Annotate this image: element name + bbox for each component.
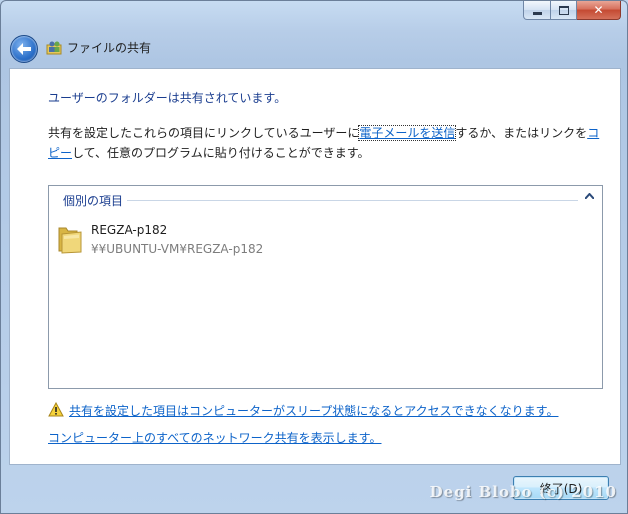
chevron-up-icon <box>584 192 595 200</box>
item-path: ¥¥UBUNTU-VM¥REGZA-p182 <box>91 242 264 256</box>
folder-icon <box>58 227 82 254</box>
warning-icon <box>48 402 64 417</box>
group-divider <box>127 200 578 201</box>
sleep-warning-link[interactable]: 共有を設定した項目はコンピューターがスリープ状態になるとアクセスできなくなります… <box>69 402 558 419</box>
collapse-group-button[interactable] <box>584 191 595 202</box>
close-window-button[interactable]: ✕ <box>577 1 621 20</box>
back-button[interactable] <box>10 35 38 63</box>
content-panel: ユーザーのフォルダーは共有されています。 共有を設定したこれらの項目にリンクして… <box>9 68 621 465</box>
desc-text-1: 共有を設定したこれらの項目にリンクしているユーザーに <box>48 126 360 140</box>
shared-items-list: 個別の項目 REGZA-p182 ¥¥UBUNTU-VM¥REGZA-p182 <box>48 185 603 389</box>
close-icon: ✕ <box>593 3 604 17</box>
file-sharing-window: ✕ ファイルの共有 ユーザーのフォルダーは共有されています。 共有を設定したこれ… <box>0 0 628 514</box>
window-title: ファイルの共有 <box>67 41 152 55</box>
group-header: 個別の項目 <box>63 194 124 208</box>
show-network-shares-link[interactable]: コンピューター上のすべてのネットワーク共有を表示します。 <box>48 429 381 446</box>
description-text: 共有を設定したこれらの項目にリンクしているユーザーに電子メールを送信するか、また… <box>48 123 608 163</box>
caption-buttons: ✕ <box>523 1 621 20</box>
desc-text-2: するか、またはリンクを <box>455 126 588 140</box>
desc-text-3: して、任意のプログラムに貼り付けることができます。 <box>72 146 370 160</box>
back-arrow-icon <box>17 43 31 55</box>
watermark: Degi Blobo (c) 2010 <box>429 483 617 501</box>
send-email-link[interactable]: 電子メールを送信 <box>358 125 457 141</box>
minimize-icon <box>532 11 542 15</box>
minimize-button[interactable] <box>523 1 551 20</box>
item-name: REGZA-p182 <box>91 223 168 237</box>
maximize-button[interactable] <box>551 1 577 20</box>
maximize-icon <box>558 5 569 15</box>
share-icon <box>46 41 62 55</box>
status-heading: ユーザーのフォルダーは共有されています。 <box>48 91 287 105</box>
